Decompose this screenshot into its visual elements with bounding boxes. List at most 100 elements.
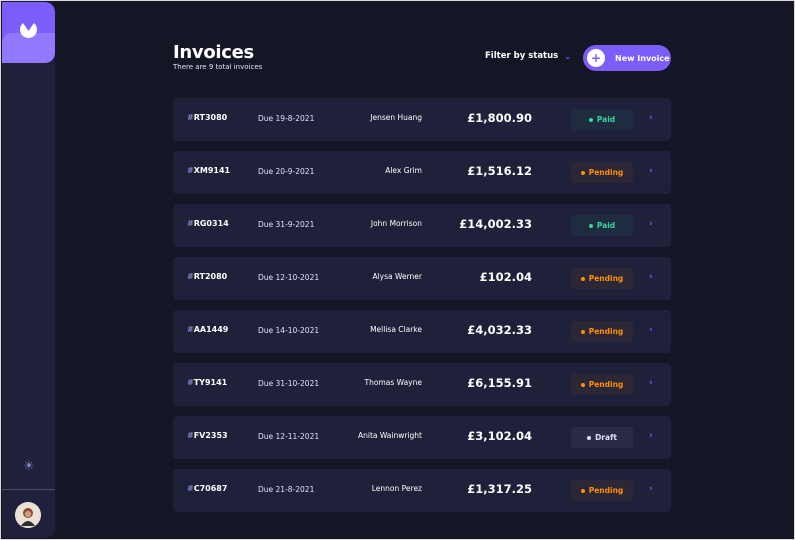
status-badge: Pending <box>571 374 633 395</box>
sun-icon[interactable]: ☀ <box>21 459 37 475</box>
invoice-amount: £3,102.04 <box>467 429 532 443</box>
status-dot <box>580 170 585 175</box>
status-dot <box>580 329 585 334</box>
filter-label: Filter by status <box>485 51 559 61</box>
invoice-due-date: Due 12-10-2021 <box>258 273 320 282</box>
chevron-right-icon[interactable]: › <box>649 166 653 176</box>
invoice-id: #RG0314 <box>187 219 229 228</box>
hash-prefix: # <box>187 166 194 175</box>
user-avatar[interactable] <box>15 502 41 528</box>
invoice-row[interactable]: #RT3080 Due 19-8-2021 Jensen Huang £1,80… <box>173 98 671 141</box>
invoice-id: #TY9141 <box>187 378 227 387</box>
invoice-due-date: Due 20-9-2021 <box>258 167 315 176</box>
chevron-right-icon[interactable]: › <box>649 431 653 441</box>
status-badge: Paid <box>571 109 633 130</box>
hash-prefix: # <box>187 325 194 334</box>
status-dot <box>580 276 585 281</box>
invoice-amount: £102.04 <box>479 270 532 284</box>
sidebar-divider <box>2 489 55 490</box>
invoice-amount: £1,800.90 <box>467 111 532 125</box>
status-dot <box>587 435 592 440</box>
invoice-due-date: Due 12-11-2021 <box>258 432 320 441</box>
chevron-right-icon[interactable]: › <box>649 378 653 388</box>
invoice-row[interactable]: #RT2080 Due 12-10-2021 Alysa Werner £102… <box>173 257 671 300</box>
chevron-down-icon: ⌄ <box>564 51 571 61</box>
invoice-row[interactable]: #C70687 Due 21-8-2021 Lennon Perez £1,31… <box>173 469 671 512</box>
invoice-id-value: TY9141 <box>193 378 228 387</box>
status-label: Pending <box>588 274 624 283</box>
invoice-row[interactable]: #FV2353 Due 12-11-2021 Anita Wainwright … <box>173 416 671 459</box>
chevron-right-icon[interactable]: › <box>649 325 653 335</box>
invoice-id-value: XM9141 <box>193 166 231 175</box>
hash-prefix: # <box>187 484 194 493</box>
invoice-id: #FV2353 <box>187 431 228 440</box>
logo-icon <box>20 23 37 38</box>
invoice-id-value: RG0314 <box>193 219 229 228</box>
invoice-client: Thomas Wayne <box>364 378 422 387</box>
invoice-due-date: Due 31-9-2021 <box>258 220 315 229</box>
hash-prefix: # <box>187 219 194 228</box>
status-badge: Paid <box>571 215 633 236</box>
invoice-amount: £14,002.33 <box>459 217 532 231</box>
invoice-amount: £1,317.25 <box>467 482 532 496</box>
status-badge: Pending <box>571 321 633 342</box>
chevron-right-icon[interactable]: › <box>649 113 653 123</box>
status-dot <box>588 223 593 228</box>
plus-icon: + <box>587 49 605 67</box>
status-label: Paid <box>596 115 616 124</box>
app-window: ☀ Invoices There are 9 total invoices Fi… <box>0 0 795 540</box>
status-label: Pending <box>588 327 624 336</box>
invoice-due-date: Due 21-8-2021 <box>258 485 315 494</box>
invoice-due-date: Due 31-10-2021 <box>258 379 320 388</box>
hash-prefix: # <box>187 431 194 440</box>
invoice-row[interactable]: #RG0314 Due 31-9-2021 John Morrison £14,… <box>173 204 671 247</box>
invoice-due-date: Due 14-10-2021 <box>258 326 320 335</box>
invoice-id-value: AA1449 <box>193 325 229 334</box>
invoice-id-value: RT3080 <box>193 113 228 122</box>
status-badge: Pending <box>571 268 633 289</box>
hash-prefix: # <box>187 378 194 387</box>
invoice-row[interactable]: #TY9141 Due 31-10-2021 Thomas Wayne £6,1… <box>173 363 671 406</box>
status-dot <box>580 488 585 493</box>
invoice-due-date: Due 19-8-2021 <box>258 114 315 123</box>
invoice-id: #RT2080 <box>187 272 227 281</box>
status-badge: Draft <box>571 427 633 448</box>
invoice-amount: £1,516.12 <box>467 164 532 178</box>
invoice-client: Anita Wainwright <box>357 431 422 440</box>
invoice-id: #RT3080 <box>187 113 227 122</box>
invoice-client: Jensen Huang <box>370 113 422 122</box>
chevron-right-icon[interactable]: › <box>649 272 653 282</box>
invoice-amount: £4,032.33 <box>467 323 532 337</box>
sidebar: ☀ <box>2 2 55 538</box>
invoice-client: Mellisa Clarke <box>370 325 422 334</box>
page-title: Invoices <box>173 42 254 63</box>
invoice-id-value: C70687 <box>193 484 228 493</box>
status-label: Pending <box>588 486 624 495</box>
invoice-count: There are 9 total invoices <box>173 63 263 71</box>
invoice-amount: £6,155.91 <box>467 376 532 390</box>
filter-dropdown[interactable]: Filter by status ⌄ <box>485 51 571 61</box>
invoice-row[interactable]: #AA1449 Due 14-10-2021 Mellisa Clarke £4… <box>173 310 671 353</box>
logo[interactable] <box>2 2 55 63</box>
avatar-icon <box>15 502 41 528</box>
new-invoice-label: New Invoice <box>615 53 670 63</box>
invoice-id-value: RT2080 <box>193 272 228 281</box>
invoice-id: #C70687 <box>187 484 227 493</box>
status-dot <box>588 117 593 122</box>
invoice-id: #XM9141 <box>187 166 230 175</box>
status-dot <box>580 382 585 387</box>
invoice-client: Lennon Perez <box>371 484 422 493</box>
status-label: Pending <box>588 380 624 389</box>
invoice-row[interactable]: #XM9141 Due 20-9-2021 Alex Grim £1,516.1… <box>173 151 671 194</box>
chevron-right-icon[interactable]: › <box>649 219 653 229</box>
invoice-id: #AA1449 <box>187 325 228 334</box>
status-label: Paid <box>596 221 616 230</box>
invoice-id-value: FV2353 <box>193 431 228 440</box>
invoice-client: Alex Grim <box>385 166 422 175</box>
status-label: Draft <box>595 433 617 442</box>
new-invoice-button[interactable]: + New Invoice <box>583 45 671 71</box>
chevron-right-icon[interactable]: › <box>649 484 653 494</box>
invoice-client: John Morrison <box>370 219 422 228</box>
status-badge: Pending <box>571 162 633 183</box>
hash-prefix: # <box>187 272 194 281</box>
